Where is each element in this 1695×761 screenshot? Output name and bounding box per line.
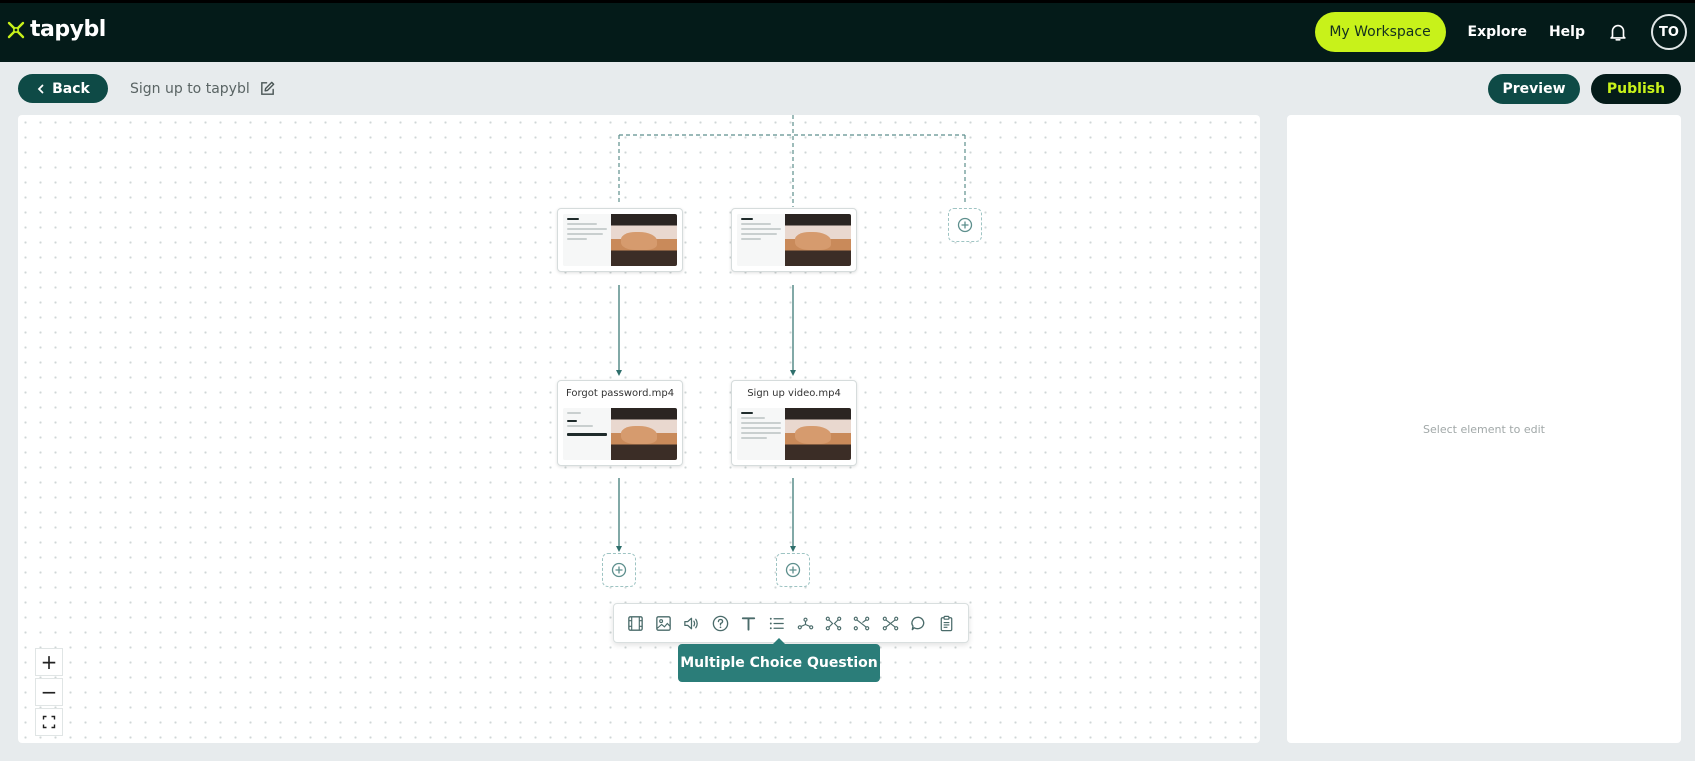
back-label: Back [52, 80, 90, 97]
avatar-initials: TO [1659, 24, 1679, 40]
flow-title-text: Sign up to tapybl [130, 80, 250, 97]
flow-title: Sign up to tapybl [130, 80, 276, 97]
add-comment-button[interactable] [908, 612, 930, 634]
image-icon [656, 615, 671, 631]
flow-node-forgot-password[interactable]: Forgot password.mp4 [557, 380, 683, 466]
node-thumbnail [563, 408, 677, 460]
publish-button[interactable]: Publish [1591, 74, 1681, 104]
add-branch-button[interactable] [794, 612, 816, 634]
brand-logo[interactable]: tapybl [6, 17, 106, 42]
element-edit-panel: Select element to edit [1287, 115, 1681, 743]
help-link[interactable]: Help [1549, 24, 1585, 40]
explore-link[interactable]: Explore [1468, 24, 1527, 40]
add-question-button[interactable] [709, 612, 731, 634]
zoom-out-button[interactable]: − [35, 678, 63, 706]
plus-circle-icon [785, 562, 801, 578]
fit-view-button[interactable] [35, 708, 63, 736]
text-icon [741, 616, 756, 631]
tapybl-logo-icon [7, 21, 25, 38]
connect-icon [825, 616, 842, 630]
video-icon [627, 615, 643, 631]
zoom-controls: + − [35, 648, 63, 738]
preview-button[interactable]: Preview [1488, 74, 1580, 104]
back-button[interactable]: Back [18, 74, 108, 103]
node-title: Forgot password.mp4 [565, 388, 675, 399]
add-video-button[interactable] [624, 612, 646, 634]
flow-node-2[interactable] [731, 208, 857, 272]
add-form-button[interactable] [936, 612, 958, 634]
element-type-toolbar [613, 603, 969, 643]
brand-name: tapybl [30, 17, 106, 42]
add-node-button[interactable] [602, 553, 636, 587]
node-thumbnail [563, 214, 677, 266]
comment-icon [911, 616, 925, 630]
top-navbar: tapybl My Workspace Explore Help TO [0, 0, 1695, 62]
flow-node-sign-up-video[interactable]: Sign up video.mp4 [731, 380, 857, 466]
add-connector-button[interactable] [823, 612, 845, 634]
connect-cross-icon [882, 616, 899, 630]
clipboard-icon [941, 615, 953, 631]
zoom-in-button[interactable]: + [35, 648, 63, 676]
add-multiple-choice-button[interactable] [766, 612, 788, 634]
node-title: Sign up video.mp4 [747, 388, 841, 399]
branch-icon [797, 617, 813, 629]
edit-icon[interactable] [259, 80, 276, 97]
add-audio-button[interactable] [681, 612, 703, 634]
user-avatar[interactable]: TO [1651, 14, 1687, 50]
add-node-button-active[interactable] [776, 553, 810, 587]
notification-bell-icon[interactable] [1607, 21, 1629, 43]
tooltip-multiple-choice: Multiple Choice Question [678, 644, 880, 682]
plus-circle-icon [957, 217, 973, 233]
node-thumbnail [737, 214, 851, 266]
audio-icon [684, 617, 699, 629]
nav-actions: My Workspace Explore Help TO [1314, 11, 1687, 53]
fit-screen-icon [42, 715, 56, 729]
question-icon [712, 615, 728, 631]
connect-alt-icon [854, 616, 870, 630]
chevron-left-icon [37, 84, 44, 93]
plus-circle-icon [611, 562, 627, 578]
add-node-button[interactable] [948, 208, 982, 242]
my-workspace-button[interactable]: My Workspace [1314, 12, 1446, 52]
add-connector-cross-button[interactable] [879, 612, 901, 634]
add-text-button[interactable] [737, 612, 759, 634]
node-thumbnail [737, 408, 851, 460]
list-icon [770, 617, 785, 629]
add-image-button[interactable] [652, 612, 674, 634]
flow-canvas[interactable]: Forgot password.mp4 Sign up video.mp4 Mu… [18, 115, 1260, 743]
add-connector-alt-button[interactable] [851, 612, 873, 634]
empty-state-text: Select element to edit [1423, 422, 1545, 436]
flow-node-1[interactable] [557, 208, 683, 272]
